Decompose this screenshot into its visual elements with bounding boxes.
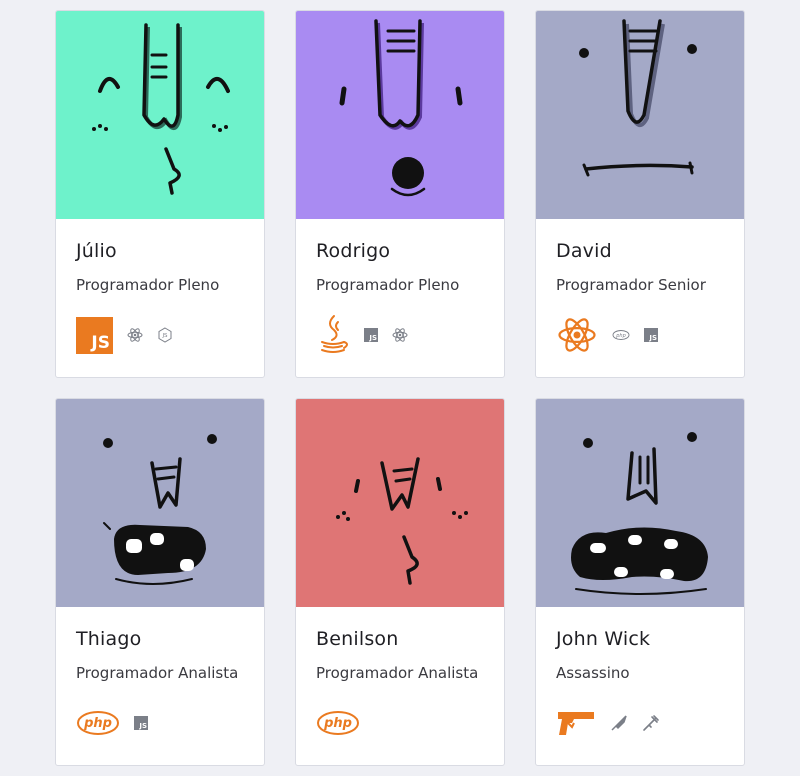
skill-list — [556, 703, 724, 743]
pistol-icon — [556, 709, 596, 737]
team-card[interactable]: John Wick Assassino — [535, 398, 745, 766]
syringe-icon — [642, 714, 660, 732]
face-smirk-icon — [56, 11, 264, 219]
face-surprised-icon — [296, 11, 504, 219]
member-role: Assassino — [556, 664, 630, 682]
javascript-icon: JS — [134, 716, 148, 730]
face-scream-icon — [536, 399, 744, 607]
member-role: Programador Senior — [556, 276, 706, 294]
svg-text:php: php — [615, 333, 626, 339]
skill-list: php JS — [76, 703, 244, 743]
member-name: David — [556, 240, 612, 262]
skill-list: JS JS — [76, 315, 244, 355]
javascript-icon: JS — [364, 328, 378, 342]
team-card[interactable]: Thiago Programador Analista php JS — [55, 398, 265, 766]
php-icon: php — [76, 709, 120, 737]
svg-text:php: php — [323, 716, 352, 731]
javascript-icon: JS — [76, 316, 113, 354]
member-name: Thiago — [76, 628, 142, 650]
java-icon — [316, 314, 350, 356]
svg-text:php: php — [83, 716, 112, 731]
team-card[interactable]: Rodrigo Programador Pleno JS — [295, 10, 505, 378]
member-role: Programador Pleno — [76, 276, 220, 294]
svg-text:JS: JS — [161, 333, 168, 339]
team-grid: Júlio Programador Pleno JS JS Rodrigo Pr… — [55, 10, 745, 766]
member-role: Programador Pleno — [316, 276, 460, 294]
react-icon — [127, 327, 143, 343]
knife-icon — [610, 714, 628, 732]
team-card[interactable]: David Programador Senior php JS — [535, 10, 745, 378]
member-name: John Wick — [556, 628, 651, 650]
php-icon: php — [316, 709, 360, 737]
face-neutral-icon — [536, 11, 744, 219]
react-icon — [392, 327, 408, 343]
face-grin-icon — [56, 399, 264, 607]
nodejs-icon: JS — [157, 327, 173, 343]
member-role: Programador Analista — [76, 664, 239, 682]
skill-list: php JS — [556, 315, 724, 355]
member-name: Rodrigo — [316, 240, 391, 262]
team-card[interactable]: Júlio Programador Pleno JS JS — [55, 10, 265, 378]
team-card[interactable]: Benilson Programador Analista php — [295, 398, 505, 766]
member-name: Júlio — [76, 240, 117, 262]
face-smirk-icon — [296, 399, 504, 607]
skill-list: php — [316, 703, 484, 743]
member-name: Benilson — [316, 628, 399, 650]
member-role: Programador Analista — [316, 664, 479, 682]
react-icon — [556, 315, 598, 355]
php-icon: php — [612, 329, 630, 341]
skill-list: JS — [316, 315, 484, 355]
javascript-icon: JS — [644, 328, 658, 342]
